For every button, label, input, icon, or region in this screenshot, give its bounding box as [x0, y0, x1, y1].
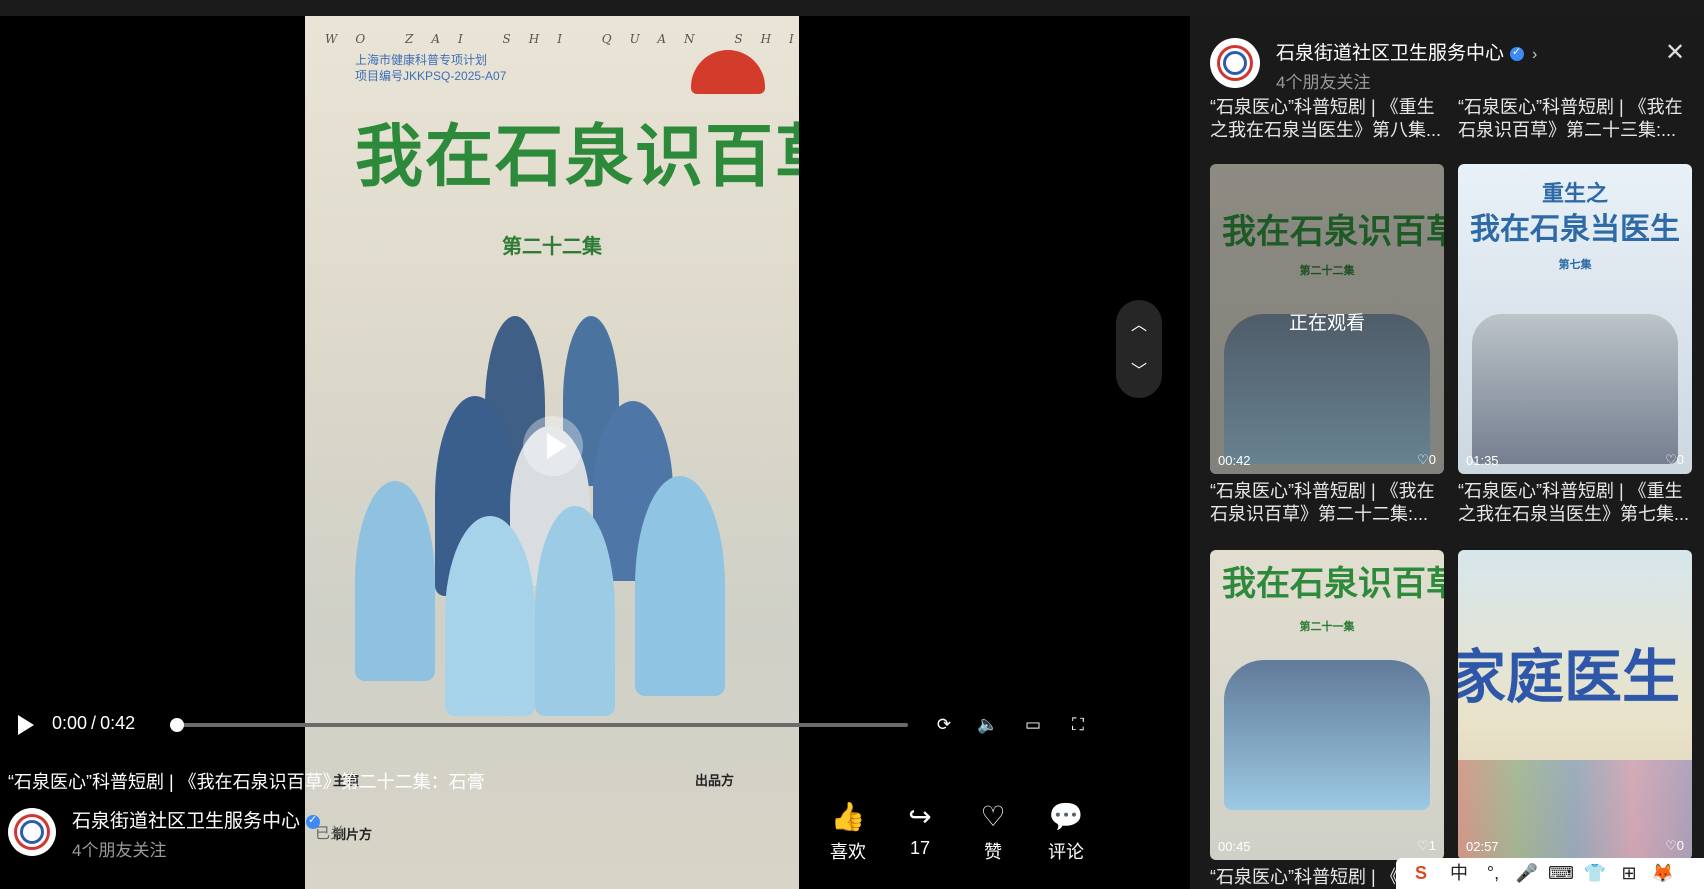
heart-icon: ♡ — [980, 801, 1006, 832]
chevron-right-icon: › — [1532, 46, 1538, 63]
thumb-title: 家庭医生 — [1458, 645, 1681, 710]
video-nav: ︿ ﹀ — [1116, 300, 1162, 398]
next-video-button[interactable]: ﹀ — [1129, 362, 1149, 382]
duration-label: 01:35 — [1466, 453, 1499, 468]
related-video-card[interactable]: 我在石泉识百草 第二十二集 正在观看 00:42 ♡0 — [1210, 164, 1444, 474]
ime-logo-icon[interactable]: S — [1408, 862, 1434, 884]
action-bar: 👍 喜欢 ↪ 17 ♡ 赞 💬 评论 — [820, 800, 1110, 870]
picture-in-picture-icon[interactable]: ▭ — [1021, 713, 1045, 737]
toolbox-icon[interactable]: ⊞ — [1616, 862, 1642, 884]
related-video-card[interactable]: 我在石泉识百草 第二十一集 00:45 ♡1 — [1210, 550, 1444, 860]
close-icon[interactable]: ✕ — [1662, 40, 1688, 66]
video-frame[interactable]: WO ZAI SHI QUAN SHI BAI CAO 上海市健康科普专项计划 … — [305, 16, 799, 889]
thumb-up-icon: 👍 — [830, 801, 866, 832]
ime-punctuation-toggle[interactable]: °, — [1480, 862, 1506, 884]
likes-count: ♡0 — [1665, 452, 1684, 467]
progress-bar[interactable] — [170, 718, 908, 732]
poster-cast-image — [335, 306, 775, 726]
likes-count: ♡1 — [1417, 838, 1436, 853]
player-controls: 0:00/0:42 ⟳ 🔈 ▭ ⛶ — [0, 710, 1120, 740]
poster-project: 上海市健康科普专项计划 项目编号JKKPSQ-2025-A07 — [355, 53, 507, 83]
playback-speed-icon[interactable]: ⟳ — [932, 713, 956, 737]
favorite-button[interactable]: ♡ 赞 — [965, 800, 1021, 864]
skin-icon[interactable]: 👕 — [1582, 862, 1608, 884]
share-button[interactable]: ↪ 17 — [892, 800, 948, 859]
likes-count: ♡0 — [1417, 452, 1436, 467]
poster-title: 我在石泉识百草 — [355, 117, 799, 197]
author-friends: 4个朋友关注 — [72, 841, 167, 860]
ime-language-toggle[interactable]: 中 — [1446, 862, 1472, 884]
fullscreen-icon[interactable]: ⛶ — [1066, 713, 1090, 737]
mascot-icon[interactable]: 🦊 — [1650, 862, 1676, 884]
thumb-image — [1224, 660, 1430, 810]
thumb-title: 我在石泉识百草 — [1222, 564, 1444, 604]
ime-toolbar: S 中 °, 🎤 ⌨ 👕 ⊞ 🦊 — [1396, 858, 1704, 889]
play-button[interactable] — [18, 715, 34, 735]
play-overlay-icon[interactable] — [523, 416, 583, 476]
share-icon: ↪ — [908, 801, 932, 832]
poster-pinyin: WO ZAI SHI QUAN SHI BAI CAO — [325, 32, 799, 46]
credits-producer-heading: 出品方 — [695, 773, 735, 788]
video-player[interactable]: WO ZAI SHI QUAN SHI BAI CAO 上海市健康科普专项计划 … — [0, 16, 1190, 889]
related-video-card[interactable]: 重生之 我在石泉当医生 第七集 01:35 ♡0 — [1458, 164, 1692, 474]
top-bar — [0, 0, 1704, 16]
sidebar-author-name[interactable]: 石泉街道社区卫生服务中心› — [1276, 38, 1537, 65]
keyboard-icon[interactable]: ⌨ — [1548, 862, 1574, 884]
duration-label: 00:42 — [1218, 453, 1251, 468]
related-caption[interactable]: “石泉医心”科普短剧 | 《重生之我在石泉当医生》第七集... — [1458, 480, 1690, 526]
like-button[interactable]: 👍 喜欢 — [820, 800, 876, 864]
comment-icon: 💬 — [1048, 801, 1084, 832]
author-avatar[interactable] — [8, 808, 56, 856]
video-title: “石泉医心”科普短剧 | 《我在石泉识百草》第二十二集：石膏 — [8, 772, 485, 792]
followed-hint: 已关 — [315, 825, 346, 842]
duration-label: 00:45 — [1218, 839, 1251, 854]
related-sidebar: 石泉街道社区卫生服务中心› 4个朋友关注 ✕ “石泉医心”科普短剧 | 《重生之… — [1190, 16, 1704, 889]
thumb-episode: 第二十一集 — [1299, 621, 1355, 633]
duration-label: 02:57 — [1466, 839, 1499, 854]
author-name[interactable]: 石泉街道社区卫生服务中心 — [72, 806, 321, 833]
poster-logo — [691, 50, 765, 94]
volume-icon[interactable]: 🔈 — [976, 713, 1000, 737]
now-playing-label: 正在观看 — [1288, 313, 1365, 334]
sidebar-author-avatar[interactable] — [1210, 38, 1260, 88]
thumb-image — [1472, 314, 1678, 464]
comment-button[interactable]: 💬 评论 — [1038, 800, 1094, 864]
related-video-card[interactable]: 家庭医生 02:57 ♡0 — [1458, 550, 1692, 860]
time-display: 0:00/0:42 — [52, 713, 136, 733]
previous-video-button[interactable]: ︿ — [1129, 316, 1149, 336]
microphone-icon[interactable]: 🎤 — [1514, 862, 1540, 884]
related-caption[interactable]: “石泉医心”科普短剧 | 《我在石泉识百草》第二十二集:... — [1210, 480, 1442, 526]
likes-count: ♡0 — [1665, 838, 1684, 853]
sidebar-author-friends: 4个朋友关注 — [1276, 73, 1371, 92]
verified-icon — [1510, 45, 1525, 61]
related-caption[interactable]: “石泉医心”科普短剧 | 《我在石泉识百草》第二十三集:... — [1458, 96, 1690, 142]
thumb-episode: 第七集 — [1558, 259, 1592, 271]
poster-episode: 第二十二集 — [502, 236, 602, 258]
thumb-title-line2: 我在石泉当医生 — [1470, 213, 1680, 246]
progress-knob[interactable] — [170, 718, 184, 732]
related-caption[interactable]: “石泉医心”科普短剧 | 《重生之我在石泉当医生》第八集... — [1210, 96, 1442, 142]
